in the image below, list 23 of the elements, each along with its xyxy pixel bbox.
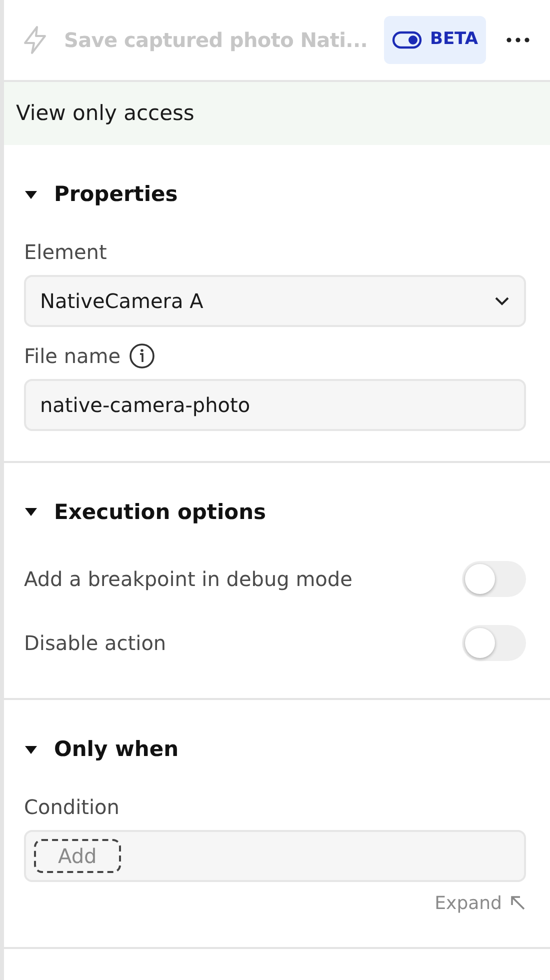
option-label: Add a breakpoint in debug mode bbox=[24, 566, 352, 593]
input-field[interactable]: native-camera-photo bbox=[24, 378, 526, 430]
chevron-down-icon bbox=[494, 296, 510, 306]
toggle-icon bbox=[392, 31, 422, 49]
option-label: Disable action bbox=[24, 630, 166, 657]
field-label: Element bbox=[24, 238, 107, 266]
access-notice: View only access bbox=[4, 82, 550, 145]
action-title: Save captured photo Nati... bbox=[64, 27, 368, 54]
toggle-switch[interactable] bbox=[462, 625, 526, 661]
field-label: File name bbox=[24, 342, 121, 370]
info-icon[interactable] bbox=[128, 342, 155, 368]
section-header[interactable]: Execution options bbox=[24, 496, 266, 528]
select-field[interactable]: NativeCamera A bbox=[24, 274, 526, 326]
more-icon bbox=[506, 36, 530, 43]
caret-icon bbox=[24, 744, 38, 755]
field-label: Condition bbox=[24, 794, 120, 820]
lightning-icon bbox=[22, 25, 48, 55]
section-header[interactable]: Properties bbox=[24, 179, 178, 210]
section-header[interactable]: Only when bbox=[24, 734, 179, 766]
caret-icon bbox=[24, 507, 38, 518]
toggle-switch[interactable] bbox=[462, 561, 526, 597]
caret-icon bbox=[24, 190, 38, 200]
expand-arrow-icon bbox=[510, 895, 526, 911]
